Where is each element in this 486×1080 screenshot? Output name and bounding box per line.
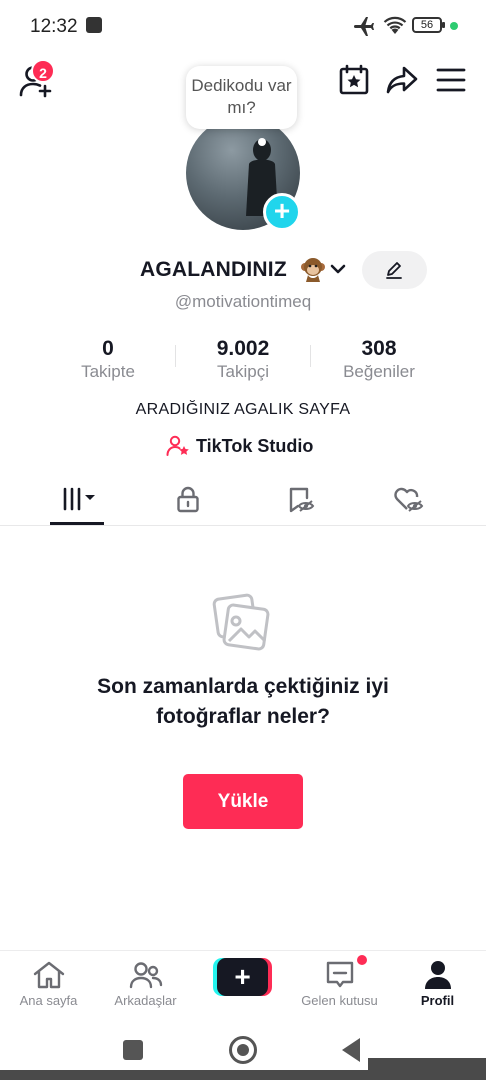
nav-profile-label: Profil — [420, 993, 455, 1008]
create-plus-button[interactable]: + — [213, 958, 272, 996]
nav-home-label: Ana sayfa — [19, 993, 78, 1008]
nav-friends-label: Arkadaşlar — [114, 993, 177, 1008]
wifi-icon — [383, 16, 407, 34]
heart-eye-icon — [394, 487, 424, 512]
status-time: 12:32 — [30, 16, 78, 37]
tab-private[interactable] — [128, 474, 249, 526]
thought-bubble-dot — [258, 138, 266, 146]
stat-label: Beğeniler — [343, 362, 415, 381]
share-arrow-icon[interactable] — [385, 64, 419, 96]
tab-saved[interactable] — [243, 474, 364, 526]
bookmark-eye-icon — [289, 487, 315, 513]
username-handle: @motivationtimeq — [174, 292, 312, 311]
profile-tabs — [0, 474, 486, 526]
friends-icon — [129, 962, 163, 989]
active-tab-indicator — [50, 522, 104, 525]
create-plus-icon: + — [217, 958, 268, 996]
stop-square-icon — [86, 17, 102, 33]
tab-liked[interactable] — [365, 474, 486, 526]
tiktok-studio-label: TikTok Studio — [196, 436, 314, 456]
calendar-star-icon[interactable] — [338, 64, 370, 96]
empty-state-title: Son zamanlarda çektiğiniz iyi fotoğrafla… — [97, 675, 389, 728]
add-story-button[interactable]: + — [263, 193, 301, 231]
home-button[interactable] — [229, 1036, 257, 1064]
battery-icon: 56 — [412, 17, 445, 33]
nav-inbox-label: Gelen kutusu — [301, 993, 378, 1008]
friend-requests-badge: 2 — [31, 59, 55, 83]
chevron-down-icon[interactable] — [329, 262, 347, 276]
stat-label: Takipçi — [217, 362, 269, 381]
upload-button[interactable]: Yükle — [183, 774, 303, 829]
back-button[interactable] — [342, 1038, 360, 1062]
nav-home[interactable]: Ana sayfa — [0, 951, 97, 1021]
lock-icon — [177, 486, 199, 513]
system-bar-edge — [368, 1058, 486, 1070]
stat-followers[interactable]: 9.002 Takipçi — [173, 337, 313, 382]
photos-icon — [212, 593, 270, 651]
display-name: AGALANDINIZ — [140, 258, 287, 281]
tab-videos[interactable] — [17, 474, 138, 526]
hamburger-menu-icon[interactable] — [436, 66, 466, 94]
green-dot-icon — [450, 22, 458, 30]
inbox-notification-dot — [357, 955, 367, 965]
recents-button[interactable] — [123, 1040, 143, 1060]
bio: ARADIĞINIZ AGALIK SAYFA — [135, 401, 351, 418]
stat-value: 308 — [361, 337, 397, 360]
grid-bars-dropdown-icon — [63, 487, 95, 511]
pencil-icon — [386, 262, 402, 279]
home-icon — [33, 961, 65, 989]
airplane-icon — [354, 17, 374, 36]
inbox-icon — [326, 961, 354, 988]
stat-value: 9.002 — [216, 337, 270, 360]
stat-following[interactable]: 0 Takipte — [38, 337, 178, 382]
profile-icon — [425, 961, 451, 989]
status-bar: 12:32 56 — [0, 0, 486, 52]
stat-label: Takipte — [81, 362, 135, 381]
monkey-emoji-icon — [301, 258, 325, 282]
nav-inbox[interactable]: Gelen kutusu — [291, 951, 388, 1021]
stat-value: 0 — [102, 337, 114, 360]
nav-profile[interactable]: Profil — [389, 951, 486, 1021]
person-star-icon — [166, 435, 189, 456]
edit-profile-button[interactable] — [362, 251, 427, 289]
stat-likes[interactable]: 308 Beğeniler — [309, 337, 449, 382]
nav-friends[interactable]: Arkadaşlar — [97, 951, 194, 1021]
system-bar-bottom — [0, 1070, 486, 1080]
thought-bubble[interactable]: Dedikodu var mı? — [186, 66, 297, 129]
